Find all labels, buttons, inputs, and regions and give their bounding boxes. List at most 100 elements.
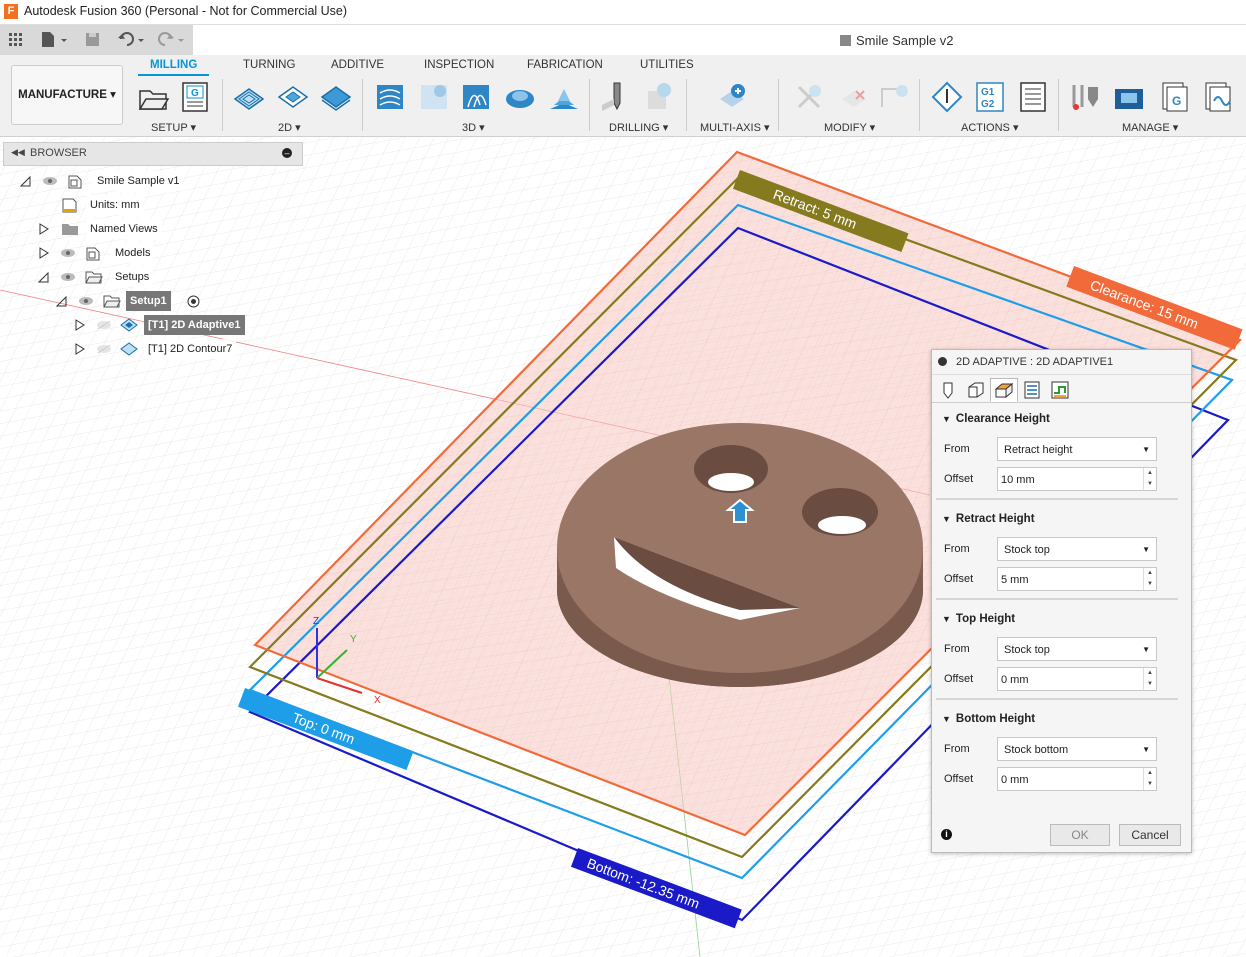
active-setup-radio-icon[interactable] bbox=[187, 295, 200, 308]
tab-inspection[interactable]: INSPECTION bbox=[424, 59, 494, 71]
file-menu-icon[interactable] bbox=[40, 31, 70, 49]
tree-item-setups[interactable]: Setups bbox=[18, 267, 298, 287]
clearance-offset-input[interactable]: 10 mm ▲ ▼ bbox=[997, 467, 1157, 491]
tab-milling[interactable]: MILLING bbox=[137, 59, 210, 76]
2d-face-icon[interactable] bbox=[320, 81, 352, 113]
nc-program-icon[interactable]: G bbox=[179, 81, 211, 113]
3d-steep-shallow-icon[interactable] bbox=[548, 81, 580, 113]
simulate-icon[interactable] bbox=[931, 81, 963, 113]
retract-offset-input[interactable]: 5 mm ▲ ▼ bbox=[997, 567, 1157, 591]
3d-contour-icon[interactable] bbox=[504, 81, 536, 113]
browser-panel-header[interactable]: ◀◀ BROWSER – bbox=[3, 142, 303, 166]
group-modify-label: MODIFY bbox=[824, 122, 867, 134]
spinner-arrows-icon[interactable]: ▲ ▼ bbox=[1143, 468, 1156, 490]
tab-turning[interactable]: TURNING bbox=[243, 59, 295, 71]
visibility-eye-icon[interactable] bbox=[42, 176, 58, 186]
save-icon[interactable] bbox=[85, 32, 101, 48]
tab-tool[interactable] bbox=[934, 378, 962, 402]
cancel-button[interactable]: Cancel bbox=[1119, 824, 1181, 846]
2d-adaptive-icon[interactable] bbox=[233, 81, 265, 113]
tab-additive[interactable]: ADDITIVE bbox=[331, 59, 384, 71]
group-multi-axis-label: MULTI-AXIS bbox=[700, 122, 761, 134]
expanded-triangle-icon[interactable] bbox=[38, 272, 49, 283]
tree-item-root[interactable]: Smile Sample v1 bbox=[18, 171, 298, 191]
group-manage[interactable]: MANAGE ▾ bbox=[1122, 121, 1178, 134]
machine-library-icon[interactable] bbox=[1113, 81, 1145, 113]
tree-item-2d-adaptive1[interactable]: [T1] 2D Adaptive1 bbox=[18, 315, 298, 335]
post-library-icon[interactable]: G bbox=[1157, 81, 1189, 113]
group-2d[interactable]: 2D ▾ bbox=[278, 121, 301, 134]
collapse-browser-icon[interactable]: ◀◀ bbox=[11, 147, 25, 158]
bottom-offset-input[interactable]: 0 mm ▲ ▼ bbox=[997, 767, 1157, 791]
dialog-header[interactable]: 2D ADAPTIVE : 2D ADAPTIVE1 bbox=[932, 350, 1191, 375]
top-offset-value: 0 mm bbox=[1001, 674, 1029, 686]
tree-item-units[interactable]: Units: mm bbox=[18, 195, 298, 215]
tab-passes[interactable] bbox=[1018, 378, 1046, 402]
app-grid-icon[interactable] bbox=[9, 33, 23, 47]
tab-geometry[interactable] bbox=[962, 378, 990, 402]
multi-axis-icon[interactable] bbox=[716, 81, 748, 113]
offset-label: Offset bbox=[944, 473, 974, 485]
spinner-arrows-icon[interactable]: ▲ ▼ bbox=[1143, 668, 1156, 690]
collapsed-triangle-icon[interactable] bbox=[74, 319, 85, 331]
right-eye-opening bbox=[818, 516, 866, 534]
retract-from-select[interactable]: Stock top ▼ bbox=[997, 537, 1157, 561]
spinner-arrows-icon[interactable]: ▲ ▼ bbox=[1143, 768, 1156, 790]
spinner-arrows-icon[interactable]: ▲ ▼ bbox=[1143, 568, 1156, 590]
section-bottom-height[interactable]: ▼ Bottom Height bbox=[942, 713, 1035, 725]
tab-fabrication[interactable]: FABRICATION bbox=[527, 59, 603, 71]
tree-item-2d-contour7[interactable]: [T1] 2D Contour7 bbox=[18, 339, 298, 359]
collapsed-triangle-icon[interactable] bbox=[38, 247, 49, 259]
visibility-eye-icon[interactable] bbox=[60, 248, 76, 258]
section-retract-height[interactable]: ▼ Retract Height bbox=[942, 513, 1035, 525]
new-setup-icon[interactable] bbox=[137, 81, 169, 113]
group-drilling[interactable]: DRILLING ▾ bbox=[609, 121, 668, 134]
group-multi-axis[interactable]: MULTI-AXIS ▾ bbox=[700, 121, 770, 134]
setup-sheet-icon[interactable] bbox=[1017, 81, 1049, 113]
visibility-eye-icon[interactable] bbox=[78, 296, 94, 306]
units-icon bbox=[62, 198, 77, 213]
browser-minimize-icon[interactable]: – bbox=[282, 148, 292, 158]
tree-item-named-views[interactable]: Named Views bbox=[18, 219, 298, 239]
tab-utilities[interactable]: UTILITIES bbox=[640, 59, 694, 71]
3d-parallel-icon[interactable] bbox=[460, 81, 492, 113]
group-modify[interactable]: MODIFY ▾ bbox=[824, 121, 875, 134]
folder-icon bbox=[62, 224, 78, 235]
hidden-eye-icon[interactable] bbox=[96, 320, 112, 330]
info-icon[interactable]: i bbox=[941, 829, 952, 840]
collapsed-triangle-icon[interactable] bbox=[74, 343, 85, 355]
tree-item-models[interactable]: Models bbox=[18, 243, 298, 263]
group-setup[interactable]: SETUP ▾ bbox=[151, 121, 196, 134]
top-from-select[interactable]: Stock top ▼ bbox=[997, 637, 1157, 661]
expanded-triangle-icon[interactable] bbox=[20, 176, 31, 187]
clearance-from-select[interactable]: Retract height ▼ bbox=[997, 437, 1157, 461]
template-library-icon[interactable] bbox=[1200, 81, 1232, 113]
workspace-switcher-button[interactable]: MANUFACTURE ▾ bbox=[11, 65, 123, 125]
hidden-eye-icon[interactable] bbox=[96, 344, 112, 354]
tab-linking[interactable] bbox=[1046, 378, 1074, 402]
y-axis-label: Y bbox=[350, 634, 357, 645]
expanded-triangle-icon[interactable] bbox=[56, 296, 67, 307]
group-3d[interactable]: 3D ▾ bbox=[462, 121, 485, 134]
tool-library-icon[interactable] bbox=[1070, 81, 1102, 113]
ok-button[interactable]: OK bbox=[1050, 824, 1110, 846]
redo-icon[interactable] bbox=[158, 31, 188, 49]
bottom-from-select[interactable]: Stock bottom ▼ bbox=[997, 737, 1157, 761]
tree-item-setup1[interactable]: Setup1 bbox=[18, 291, 298, 311]
smile-part-model[interactable] bbox=[557, 423, 923, 687]
2d-pocket-icon[interactable] bbox=[277, 81, 309, 113]
tab-heights[interactable] bbox=[990, 378, 1018, 402]
section-title: Top Height bbox=[955, 613, 1016, 625]
visibility-eye-icon[interactable] bbox=[60, 272, 76, 282]
section-top-height[interactable]: ▼ Top Height bbox=[942, 613, 1015, 625]
section-clearance-height[interactable]: ▼ Clearance Height bbox=[942, 413, 1050, 425]
undo-icon[interactable] bbox=[118, 31, 148, 49]
collapsed-triangle-icon[interactable] bbox=[38, 223, 49, 235]
3d-adaptive-icon[interactable] bbox=[374, 81, 406, 113]
dialog-collapse-icon[interactable] bbox=[938, 357, 947, 366]
group-actions[interactable]: ACTIONS ▾ bbox=[961, 121, 1018, 134]
post-process-icon[interactable]: G1G2 bbox=[974, 81, 1006, 113]
hole-recognition-icon-disabled bbox=[648, 83, 671, 109]
drill-icon[interactable] bbox=[600, 81, 632, 113]
top-offset-input[interactable]: 0 mm ▲ ▼ bbox=[997, 667, 1157, 691]
